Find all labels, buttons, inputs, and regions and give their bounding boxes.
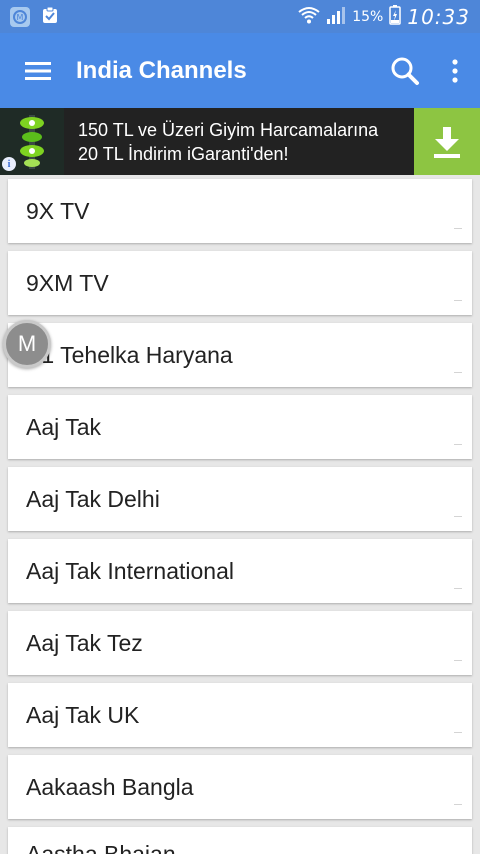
hamburger-menu-icon[interactable] [0,33,76,108]
search-icon[interactable] [380,33,430,108]
list-item[interactable]: Aaj Tak Delhi [8,467,472,531]
list-item[interactable]: Aaj Tak UK [8,683,472,747]
svg-text:M: M [17,13,24,22]
signal-icon [326,6,346,28]
divider [454,588,462,589]
status-bar: M 15% 10:33 [0,0,480,33]
list-item[interactable]: Aaj Tak [8,395,472,459]
divider [454,660,462,661]
ad-info-icon[interactable]: i [2,157,16,171]
list-item[interactable]: 9X TV [8,179,472,243]
ad-text-line1: 150 TL ve Üzeri Giyim Harcamalarına [78,119,379,140]
list-item-label: Aaj Tak [26,413,102,440]
list-item-label: Aaj Tak Delhi [26,485,160,512]
channel-list[interactable]: 9X TV 9XM TV A1 Tehelka Haryana Aaj Tak … [0,175,480,854]
divider [454,516,462,517]
app-bar: India Channels [0,33,480,108]
list-item[interactable]: A1 Tehelka Haryana [8,323,472,387]
list-item[interactable]: Aastha Bhajan [8,827,472,854]
battery-percent: 15% [352,8,384,25]
list-item[interactable]: Aakaash Bangla [8,755,472,819]
list-item-label: A1 Tehelka Haryana [26,341,233,368]
divider [454,804,462,805]
list-item-label: 9XM TV [26,269,109,296]
app-notification-icon: M [10,6,30,27]
download-icon[interactable] [414,108,480,175]
ad-text[interactable]: 150 TL ve Üzeri Giyim Harcamalarına 20 T… [64,118,414,166]
list-item-label: Aaj Tak International [26,557,234,584]
clock: 10:33 [407,4,470,29]
clipboard-check-icon [40,5,60,29]
list-item-label: Aakaash Bangla [26,773,194,800]
battery-charging-icon [389,4,402,29]
divider [454,228,462,229]
divider [454,732,462,733]
list-item[interactable]: Aaj Tak Tez [8,611,472,675]
ad-text-line2: 20 TL İndirim iGaranti'den! [78,143,289,164]
list-item[interactable]: Aaj Tak International [8,539,472,603]
floating-m-bubble[interactable]: M [3,320,51,368]
ad-image[interactable]: i [0,108,64,175]
divider [454,444,462,445]
list-item-label: Aaj Tak UK [26,701,140,728]
list-item[interactable]: 9XM TV [8,251,472,315]
list-item-label: Aastha Bhajan [26,841,176,854]
more-vert-icon[interactable] [430,33,480,108]
ad-banner[interactable]: i 150 TL ve Üzeri Giyim Harcamalarına 20… [0,108,480,175]
list-item-label: Aaj Tak Tez [26,629,143,656]
list-item-label: 9X TV [26,197,90,224]
divider [454,372,462,373]
page-title: India Channels [76,56,247,84]
divider [454,300,462,301]
wifi-icon [298,6,320,28]
